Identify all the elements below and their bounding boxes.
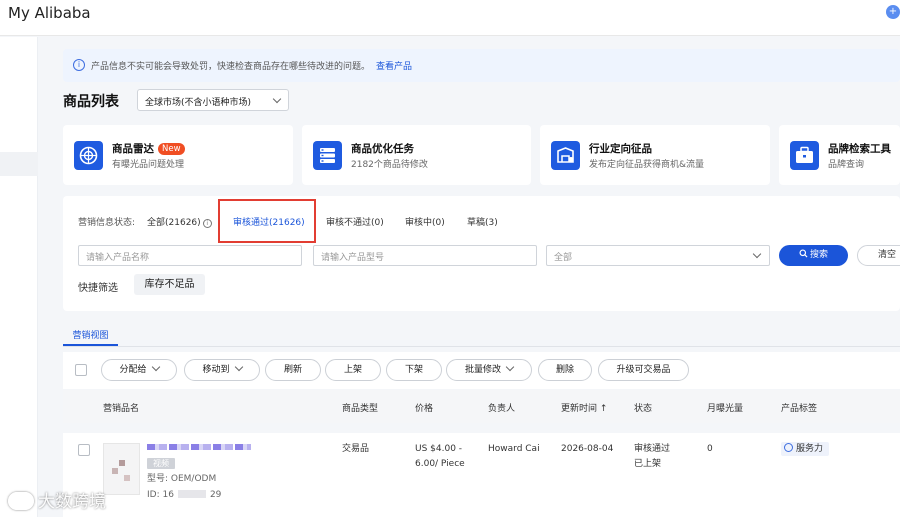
product-model-placeholder: 请输入产品型号 bbox=[321, 253, 385, 263]
app-title: My Alibaba bbox=[8, 4, 91, 22]
product-id: ID: 16 29 bbox=[147, 490, 222, 500]
left-sidebar bbox=[0, 37, 38, 517]
product-tag: 服务力 bbox=[781, 442, 830, 456]
info-icon: i bbox=[73, 59, 85, 71]
briefcase-icon bbox=[790, 141, 819, 170]
refresh-button[interactable]: 刷新 bbox=[265, 359, 321, 381]
task-list-icon bbox=[313, 141, 342, 170]
column-header-monthly-exposure: 月曝光量 bbox=[707, 404, 744, 414]
targeted-collection-icon bbox=[551, 141, 580, 170]
table-header: 营销品名 商品类型 价格 负责人 更新时间 ↑ 状态 月曝光量 产品标签 bbox=[63, 390, 900, 423]
assign-to-button[interactable]: 分配给 bbox=[101, 359, 177, 381]
tool-card-brand-search[interactable]: 品牌检索工具 品牌查询 bbox=[779, 125, 900, 185]
radar-icon bbox=[74, 141, 103, 170]
notice-banner: i 产品信息不实可能会导致处罚，快速检查商品存在哪些待改进的问题。 查看产品 bbox=[63, 49, 900, 82]
product-type: 交易品 bbox=[342, 444, 370, 454]
quick-filter-low-stock[interactable]: 库存不足品 bbox=[134, 274, 205, 295]
clear-button[interactable]: 清空 bbox=[857, 245, 900, 266]
quick-filter-label: 快捷筛选 bbox=[78, 283, 118, 294]
view-products-link[interactable]: 查看产品 bbox=[376, 62, 412, 72]
batch-edit-button[interactable]: 批量修改 bbox=[446, 359, 532, 381]
product-name-redacted[interactable] bbox=[147, 444, 251, 450]
tab-marketing-view[interactable]: 营销视图 bbox=[63, 328, 118, 346]
info-icon: i bbox=[202, 219, 212, 228]
tool-title: 商品优化任务 bbox=[351, 143, 414, 155]
tool-subtitle: 2182个商品待修改 bbox=[351, 160, 428, 170]
product-thumbnail[interactable] bbox=[103, 443, 140, 495]
column-header-price: 价格 bbox=[415, 404, 434, 414]
category-select[interactable]: 全部 bbox=[546, 245, 770, 266]
chevron-down-icon bbox=[752, 249, 762, 259]
tool-subtitle: 有曝光品问题处理 bbox=[112, 160, 185, 170]
select-all-checkbox[interactable] bbox=[75, 364, 87, 376]
product-name-placeholder: 请输入产品名称 bbox=[86, 253, 150, 263]
product-model: 型号: OEM/ODM bbox=[147, 474, 217, 484]
sidebar-selected-item[interactable] bbox=[0, 152, 38, 176]
tool-title: 品牌检索工具 bbox=[828, 143, 891, 155]
highlight-annotation bbox=[218, 199, 316, 243]
search-icon bbox=[799, 249, 808, 258]
status-line-1: 审核通过 bbox=[634, 444, 671, 454]
market-select-value: 全球市场(不含小语种市场) bbox=[145, 98, 252, 108]
sort-arrow-icon: ↑ bbox=[599, 404, 608, 414]
column-header-name: 营销品名 bbox=[103, 404, 140, 414]
delete-button[interactable]: 删除 bbox=[538, 359, 592, 381]
market-select[interactable]: 全球市场(不含小语种市场) bbox=[137, 89, 289, 111]
status-tab-all[interactable]: 全部(21626) i bbox=[147, 215, 212, 228]
status-tab-rejected[interactable]: 审核不通过(0) bbox=[326, 215, 384, 228]
upgrade-tradable-button[interactable]: 升级可交易品 bbox=[598, 359, 689, 381]
watermark: 大数跨境 bbox=[8, 487, 106, 512]
column-header-owner: 负责人 bbox=[488, 404, 516, 414]
chevron-down-icon bbox=[151, 362, 160, 372]
product-name-input[interactable]: 请输入产品名称 bbox=[78, 245, 302, 266]
page-title: 商品列表 bbox=[63, 94, 119, 110]
row-checkbox[interactable] bbox=[78, 444, 90, 456]
price-line-2: 6.00/ Piece bbox=[415, 459, 465, 469]
new-badge: New bbox=[158, 143, 185, 155]
column-header-updated[interactable]: 更新时间 ↑ bbox=[561, 401, 607, 414]
table-row: 视频 型号: OEM/ODM ID: 16 29 交易品 US $4.00 - 6… bbox=[63, 433, 900, 517]
status-filter-label: 营销信息状态: bbox=[78, 218, 136, 228]
product-model-input[interactable]: 请输入产品型号 bbox=[313, 245, 537, 266]
action-bar: 分配给 移动到 刷新 上架 下架 批量修改 删除 升级可交易品 bbox=[63, 352, 900, 389]
tool-card-product-radar[interactable]: 商品雷达 New 有曝光品问题处理 bbox=[63, 125, 293, 185]
video-tag: 视频 bbox=[147, 458, 175, 469]
column-header-product-tag: 产品标签 bbox=[781, 404, 818, 414]
tool-subtitle: 发布定向征品获得商机&流量 bbox=[589, 160, 705, 170]
monthly-exposure: 0 bbox=[707, 444, 713, 454]
tab-divider bbox=[63, 346, 900, 347]
tool-title: 商品雷达 bbox=[112, 143, 154, 155]
tool-card-targeted-collection[interactable]: 行业定向征品 发布定向征品获得商机&流量 bbox=[540, 125, 770, 185]
chevron-down-icon bbox=[505, 362, 515, 372]
move-to-button[interactable]: 移动到 bbox=[184, 359, 260, 381]
notice-text: 产品信息不实可能会导致处罚，快速检查商品存在哪些待改进的问题。 bbox=[91, 62, 371, 72]
chevron-down-icon bbox=[272, 94, 282, 104]
list-offline-button[interactable]: 下架 bbox=[386, 359, 442, 381]
watermark-logo-icon bbox=[8, 492, 34, 510]
status-tab-draft[interactable]: 草稿(3) bbox=[467, 215, 498, 228]
status-line-2: 已上架 bbox=[634, 459, 662, 469]
tool-card-optimization-task[interactable]: 商品优化任务 2182个商品待修改 bbox=[302, 125, 531, 185]
category-select-value: 全部 bbox=[554, 253, 573, 263]
chevron-down-icon bbox=[234, 362, 243, 372]
price-line-1: US $4.00 - bbox=[415, 444, 463, 454]
list-online-button[interactable]: 上架 bbox=[325, 359, 381, 381]
owner: Howard Cai bbox=[488, 444, 540, 454]
search-button[interactable]: 搜索 bbox=[779, 245, 848, 266]
column-header-status: 状态 bbox=[634, 404, 653, 414]
plus-icon[interactable]: + bbox=[886, 5, 900, 19]
tool-subtitle: 品牌查询 bbox=[828, 160, 865, 170]
updated-date: 2026-08-04 bbox=[561, 444, 614, 454]
status-tab-reviewing[interactable]: 审核中(0) bbox=[405, 215, 445, 228]
service-icon bbox=[784, 443, 793, 452]
column-header-type: 商品类型 bbox=[342, 404, 379, 414]
tool-title: 行业定向征品 bbox=[589, 143, 652, 155]
filter-panel: 营销信息状态: 全部(21626) i 审核通过(21626) 审核不通过(0) … bbox=[63, 196, 900, 311]
top-bar: My Alibaba + bbox=[0, 0, 900, 36]
